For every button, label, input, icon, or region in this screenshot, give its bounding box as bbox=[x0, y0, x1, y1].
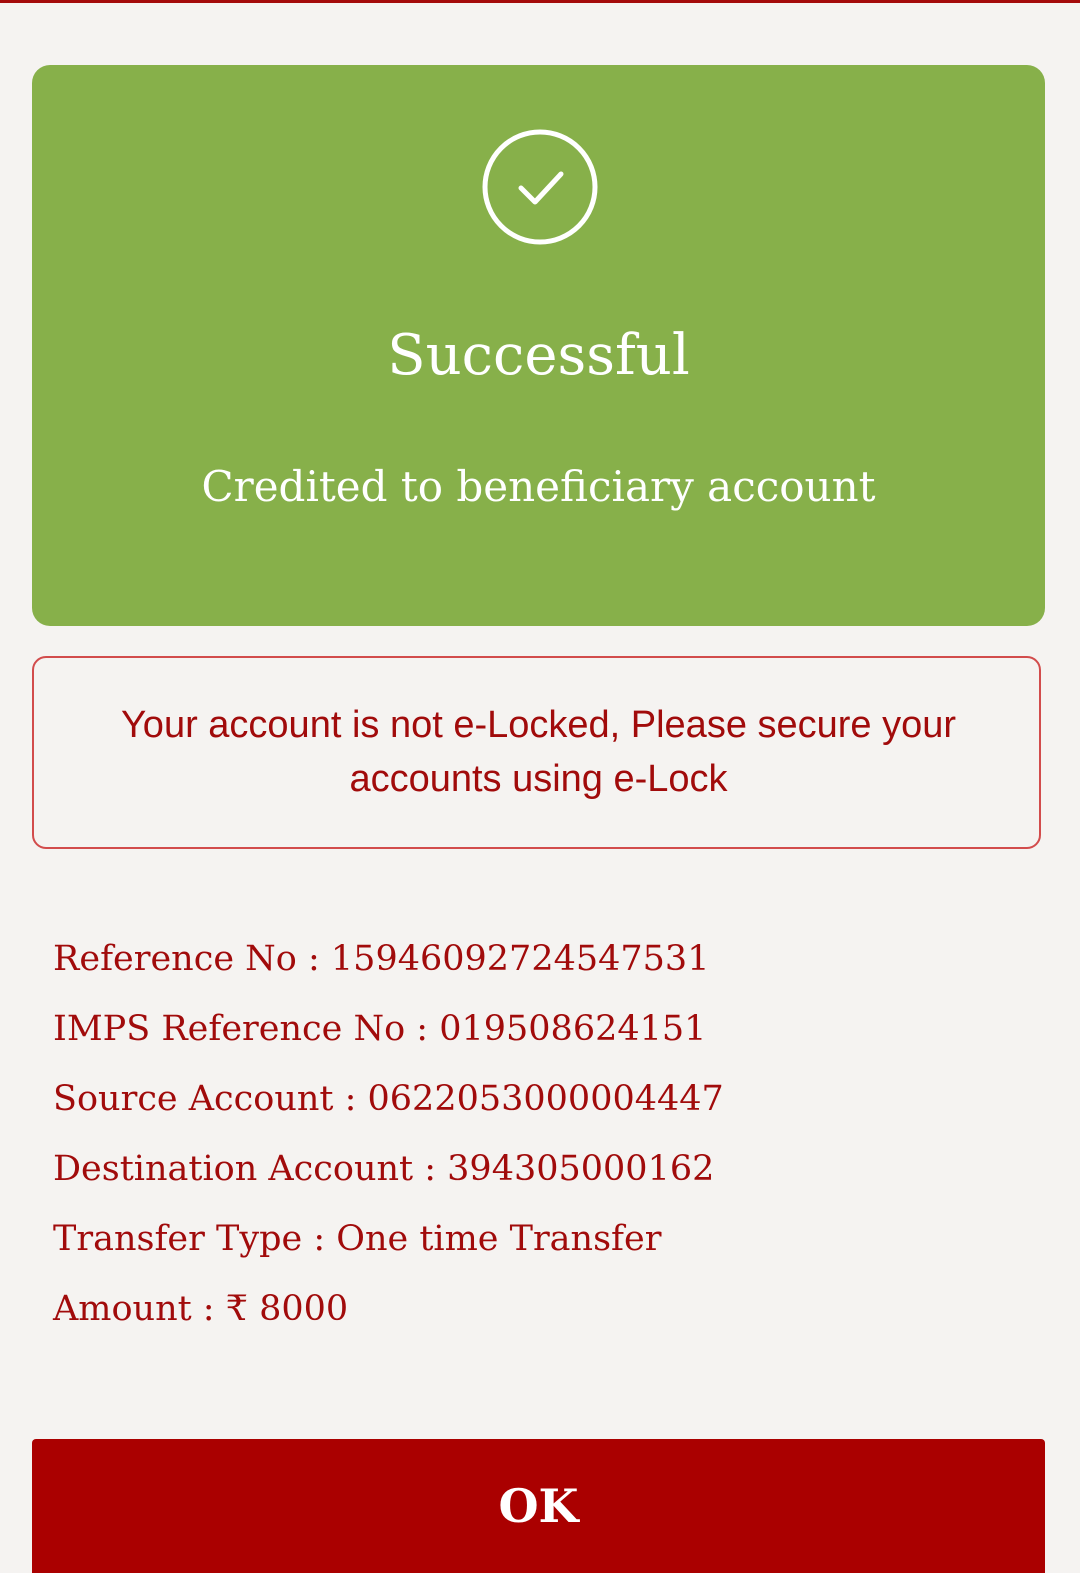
success-subtitle: Credited to beneficiary account bbox=[201, 462, 876, 511]
detail-destination-account: Destination Account : 394305000162 bbox=[53, 1142, 1043, 1212]
success-title: Successful bbox=[387, 323, 690, 388]
top-accent-bar bbox=[0, 0, 1080, 3]
detail-source-account: Source Account : 0622053000004447 bbox=[53, 1072, 1043, 1142]
detail-reference-no: Reference No : 15946092724547531 bbox=[53, 932, 1043, 1002]
detail-value: One time Transfer bbox=[336, 1219, 662, 1259]
detail-label: Destination Account : bbox=[53, 1149, 448, 1189]
detail-label: Source Account : bbox=[53, 1079, 368, 1119]
detail-value: 15946092724547531 bbox=[330, 939, 710, 979]
detail-imps-reference-no: IMPS Reference No : 019508624151 bbox=[53, 1002, 1043, 1072]
detail-transfer-type: Transfer Type : One time Transfer bbox=[53, 1212, 1043, 1282]
transaction-details: Reference No : 15946092724547531 IMPS Re… bbox=[53, 932, 1043, 1352]
detail-label: Amount : bbox=[53, 1289, 226, 1329]
elock-notice-line-2: accounts using e-Lock bbox=[349, 758, 728, 800]
detail-value: 394305000162 bbox=[447, 1149, 715, 1189]
detail-value: 0622053000004447 bbox=[367, 1079, 724, 1119]
detail-value: ₹ 8000 bbox=[225, 1289, 349, 1329]
detail-value: 019508624151 bbox=[439, 1009, 707, 1049]
check-circle-icon bbox=[482, 129, 598, 245]
ok-button[interactable]: OK bbox=[32, 1439, 1045, 1573]
detail-amount: Amount : ₹ 8000 bbox=[53, 1282, 1043, 1352]
detail-label: Transfer Type : bbox=[53, 1219, 337, 1259]
detail-label: Reference No : bbox=[53, 939, 331, 979]
elock-notice-line-1: Your account is not e-Locked, Please sec… bbox=[120, 704, 957, 746]
elock-notice-text: Your account is not e-Locked, Please sec… bbox=[60, 698, 1017, 806]
detail-label: IMPS Reference No : bbox=[53, 1009, 440, 1049]
